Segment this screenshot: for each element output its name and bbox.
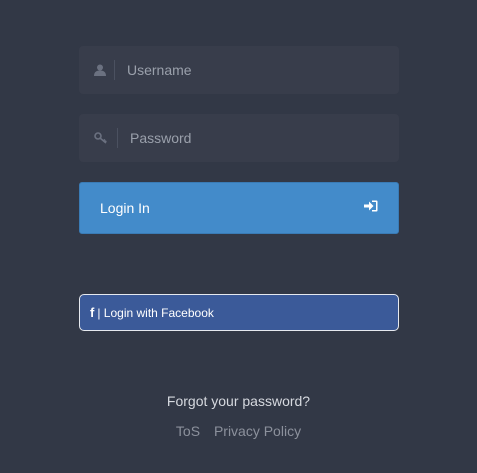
- facebook-login-button[interactable]: f | Login with Facebook: [79, 294, 399, 331]
- key-icon: [85, 128, 118, 148]
- password-field[interactable]: [79, 114, 399, 162]
- facebook-icon: f: [90, 305, 95, 320]
- facebook-login-label: | Login with Facebook: [97, 305, 214, 320]
- sign-in-icon: [364, 199, 378, 217]
- forgot-password-link[interactable]: Forgot your password?: [0, 393, 477, 409]
- user-icon: [85, 60, 115, 80]
- privacy-policy-link[interactable]: Privacy Policy: [214, 423, 301, 439]
- login-button[interactable]: Login In: [79, 182, 399, 234]
- footer-links: ToS Privacy Policy: [0, 423, 477, 439]
- password-input[interactable]: [118, 114, 399, 162]
- login-button-label: Login In: [100, 200, 150, 216]
- username-field[interactable]: [79, 46, 399, 94]
- username-input[interactable]: [115, 46, 399, 94]
- tos-link[interactable]: ToS: [176, 423, 200, 439]
